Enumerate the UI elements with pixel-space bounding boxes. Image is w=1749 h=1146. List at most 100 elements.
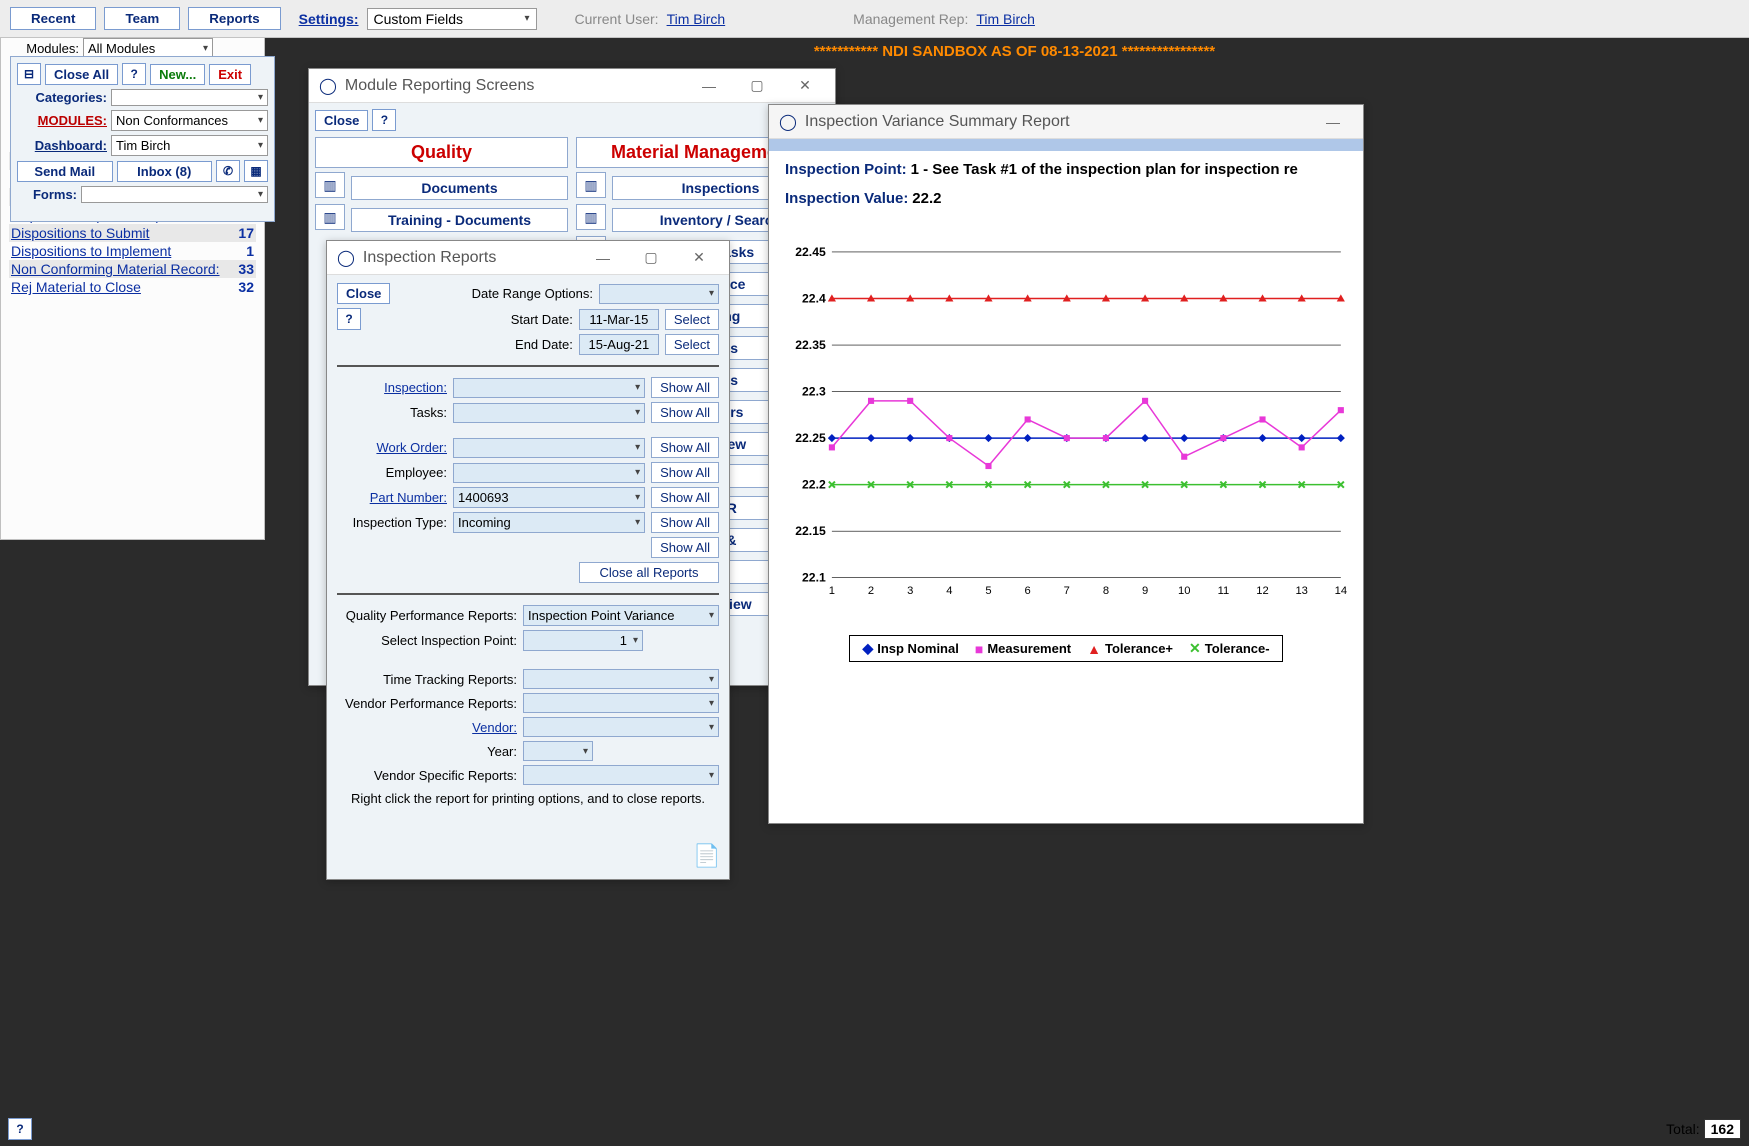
mgmt-rep-link[interactable]: Tim Birch [976, 11, 1035, 27]
show-all-extra-button[interactable]: Show All [651, 537, 719, 558]
qpr-dropdown[interactable]: Inspection Point Variance▾ [523, 605, 719, 626]
svg-text:22.3: 22.3 [802, 385, 826, 399]
close-all-button[interactable]: Close All [45, 64, 118, 85]
minimize-button[interactable]: — [583, 250, 623, 266]
svg-text:5: 5 [985, 585, 991, 597]
settings-label[interactable]: Settings: [299, 11, 359, 27]
work-order-dropdown[interactable]: ▾ [453, 438, 645, 458]
current-user-label: Current User: [575, 11, 659, 27]
svg-text:3: 3 [907, 585, 913, 597]
inspection-dropdown[interactable]: ▾ [453, 378, 645, 398]
new-button[interactable]: New... [150, 64, 205, 85]
year-dropdown[interactable]: ▾ [523, 741, 593, 761]
select-start-date-button[interactable]: Select [665, 309, 719, 330]
minimize-button[interactable]: — [1313, 114, 1353, 130]
dashboard-item-count: 17 [224, 225, 254, 241]
tasks-dropdown[interactable]: ▾ [453, 403, 645, 423]
minimize-button[interactable]: — [689, 78, 729, 94]
current-user-link[interactable]: Tim Birch [667, 11, 726, 27]
help-icon[interactable]: ? [337, 308, 361, 330]
employee-label: Employee: [337, 465, 447, 480]
module-item[interactable]: Documents [351, 176, 568, 200]
close-all-reports-button[interactable]: Close all Reports [579, 562, 719, 583]
total-label: Total: [1666, 1121, 1699, 1137]
svg-text:7: 7 [1064, 585, 1070, 597]
qpr-label: Quality Performance Reports: [337, 608, 517, 623]
show-all-part-button[interactable]: Show All [651, 487, 719, 508]
part-number-dropdown[interactable]: 1400693▾ [453, 487, 645, 508]
part-number-label[interactable]: Part Number: [337, 490, 447, 505]
svg-text:12: 12 [1256, 585, 1268, 597]
show-all-inspection-button[interactable]: Show All [651, 377, 719, 398]
insp-type-dropdown[interactable]: Incoming▾ [453, 512, 645, 533]
dashboard-label[interactable]: Dashboard: [17, 138, 107, 153]
maximize-button[interactable]: ▢ [631, 249, 671, 266]
window-title: Inspection Reports [363, 249, 496, 267]
vpr-dropdown[interactable]: ▾ [523, 693, 719, 713]
insp-type-label: Inspection Type: [337, 515, 447, 530]
start-date-field[interactable]: 11-Mar-15 [579, 309, 659, 330]
help-icon[interactable]: ? [372, 109, 396, 131]
window-title: Module Reporting Screens [345, 77, 534, 95]
maximize-button[interactable]: ▢ [737, 77, 777, 94]
inspection-point-label: Inspection Point: [785, 161, 907, 178]
send-mail-button[interactable]: Send Mail [17, 161, 113, 182]
dashboard-item-link[interactable]: Dispositions to Submit [11, 225, 150, 241]
show-all-tasks-button[interactable]: Show All [651, 402, 719, 423]
inspection-reports-window: ◯ Inspection Reports — ▢ ✕ Close Date Ra… [326, 240, 730, 880]
recent-button[interactable]: Recent [10, 7, 96, 30]
inspection-value-label: Inspection Value: [785, 190, 908, 207]
dashboard-dropdown[interactable]: Tim Birch▾ [111, 135, 268, 156]
sip-dropdown[interactable]: 1▾ [523, 630, 643, 651]
vsr-dropdown[interactable]: ▾ [523, 765, 719, 785]
start-date-label: Start Date: [367, 312, 573, 327]
svg-text:14: 14 [1335, 585, 1347, 597]
svg-text:22.45: 22.45 [795, 245, 826, 259]
categories-dropdown[interactable]: ▾ [111, 89, 268, 106]
dashboard-item-link[interactable]: Dispositions to Implement [11, 243, 171, 259]
close-insp-button[interactable]: Close [337, 283, 390, 304]
report-icon: 📄 [693, 843, 721, 871]
svg-text:22.4: 22.4 [802, 292, 826, 306]
dashboard-item-link[interactable]: Rej Material to Close [11, 279, 141, 295]
employee-dropdown[interactable]: ▾ [453, 463, 645, 483]
inspection-label[interactable]: Inspection: [337, 380, 447, 395]
show-all-employee-button[interactable]: Show All [651, 462, 719, 483]
date-range-dropdown[interactable]: ▾ [599, 284, 719, 304]
dashboard-item-link[interactable]: Non Conforming Material Record: [11, 261, 220, 277]
chart-legend: ◆Insp Nominal■Measurement▲Tolerance+✕Tol… [849, 635, 1282, 662]
help-icon[interactable]: ? [122, 63, 146, 85]
vendor-dropdown[interactable]: ▾ [523, 717, 719, 737]
chevron-down-icon: ▾ [525, 13, 530, 24]
legend-item: ■Measurement [975, 640, 1071, 657]
modules-dropdown[interactable]: Non Conformances▾ [111, 110, 268, 131]
module-icon: ▥ [576, 172, 606, 198]
select-end-date-button[interactable]: Select [665, 334, 719, 355]
svg-text:22.2: 22.2 [802, 478, 826, 492]
team-button[interactable]: Team [104, 7, 180, 30]
module-icon: ▥ [315, 172, 345, 198]
forms-dropdown[interactable]: ▾ [81, 186, 268, 203]
calendar-icon[interactable]: ▦ [244, 160, 268, 182]
exit-button[interactable]: Exit [209, 64, 251, 85]
settings-dropdown[interactable]: Custom Fields▾ [367, 8, 537, 30]
dashboard-item: Dispositions to Implement1 [9, 242, 256, 260]
close-module-button[interactable]: Close [315, 110, 368, 131]
inbox-button[interactable]: Inbox (8) [117, 161, 213, 182]
work-order-label[interactable]: Work Order: [337, 440, 447, 455]
inspection-value-value: 22.2 [912, 190, 941, 207]
ttr-dropdown[interactable]: ▾ [523, 669, 719, 689]
phone-icon[interactable]: ✆ [216, 160, 240, 182]
module-item[interactable]: Training - Documents [351, 208, 568, 232]
collapse-button[interactable]: ⊟ [17, 63, 41, 85]
dash-modules-label: Modules: [9, 41, 79, 56]
help-icon[interactable]: ? [8, 1118, 32, 1140]
modules-label[interactable]: MODULES: [17, 113, 107, 128]
show-all-wo-button[interactable]: Show All [651, 437, 719, 458]
close-button[interactable]: ✕ [679, 249, 719, 266]
end-date-field[interactable]: 15-Aug-21 [579, 334, 659, 355]
show-all-type-button[interactable]: Show All [651, 512, 719, 533]
vendor-label[interactable]: Vendor: [337, 720, 517, 735]
close-button[interactable]: ✕ [785, 77, 825, 94]
reports-button[interactable]: Reports [188, 7, 280, 30]
